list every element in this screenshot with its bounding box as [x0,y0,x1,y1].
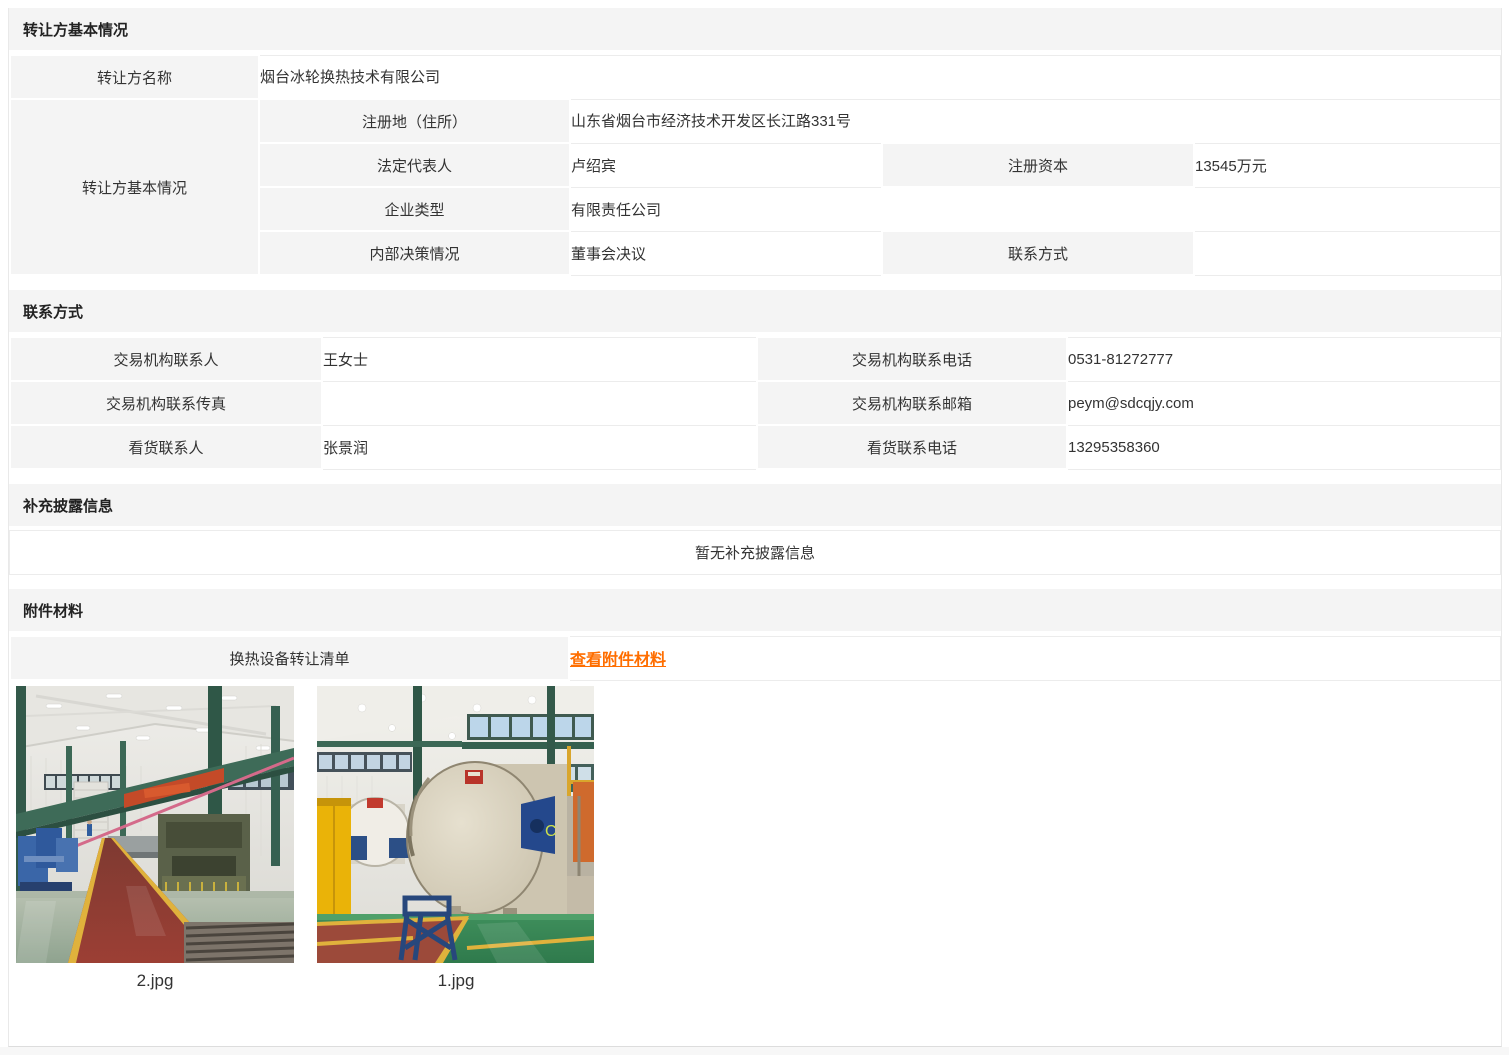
legal-representative-value: 卢绍宾 [570,143,882,187]
transferor-name-value: 烟台冰轮换热技术有限公司 [259,55,1501,99]
inspection-contact-person-label: 看货联系人 [10,425,322,469]
section-gap [9,470,1501,484]
content-container: 转让方基本情况 转让方名称 烟台冰轮换热技术有限公司 转让方基本情况 注册地（住… [8,8,1502,1047]
svg-text:C: C [545,823,557,840]
table-row: 交易机构联系传真 交易机构联系邮箱 peym@sdcqjy.com [10,381,1501,425]
agency-contact-person-value: 王女士 [322,337,757,381]
table-row: 看货联系人 张景润 看货联系电话 13295358360 [10,425,1501,469]
section-header-supplementary: 补充披露信息 [9,484,1501,530]
inspection-contact-person-value: 张景润 [322,425,757,469]
registered-capital-label: 注册资本 [882,143,1194,187]
legal-representative-label: 法定代表人 [259,143,570,187]
detail-page: 转让方基本情况 转让方名称 烟台冰轮换热技术有限公司 转让方基本情况 注册地（住… [0,0,1509,1055]
bottom-spacer [9,993,1501,1027]
attachment-photo-thumbnail-2jpg[interactable] [16,686,294,963]
agency-contact-fax-value [322,381,757,425]
supplementary-empty-text: 暂无补充披露信息 [10,531,1501,575]
table-row: 暂无补充披露信息 [10,531,1501,575]
agency-contact-email-label: 交易机构联系邮箱 [757,381,1067,425]
contact-method-value [1194,231,1501,275]
company-type-value: 有限责任公司 [570,187,1501,231]
factory-vessels-photo-illustration: C [317,686,594,963]
view-attachments-link[interactable]: 查看附件材料 [570,652,666,669]
agency-contact-phone-value: 0531-81272777 [1067,337,1501,381]
attachment-photo-item: C [317,686,595,993]
registered-address-value: 山东省烟台市经济技术开发区长江路331号 [570,99,1501,143]
page-bottom-strip [0,1047,1509,1055]
factory-hall-photo-illustration [16,686,294,963]
transferor-name-label: 转让方名称 [10,55,259,99]
attachment-photos: 2.jpg [9,681,1501,993]
attachment-photo-item: 2.jpg [16,686,294,993]
attachment-list-label: 换热设备转让清单 [10,636,569,680]
agency-contact-phone-label: 交易机构联系电话 [757,337,1067,381]
section-gap [9,575,1501,589]
table-row: 换热设备转让清单 查看附件材料 [10,636,1501,680]
registered-capital-value: 13545万元 [1194,143,1501,187]
table-row: 转让方名称 烟台冰轮换热技术有限公司 [10,55,1501,99]
transferor-basic-group-label: 转让方基本情况 [10,99,259,275]
transferor-info-table: 转让方名称 烟台冰轮换热技术有限公司 转让方基本情况 注册地（住所） 山东省烟台… [9,54,1501,276]
agency-contact-email-value: peym@sdcqjy.com [1067,381,1501,425]
contact-method-label: 联系方式 [882,231,1194,275]
inspection-contact-phone-label: 看货联系电话 [757,425,1067,469]
attachment-photo-thumbnail-1jpg[interactable]: C [317,686,595,963]
photo-filename: 2.jpg [16,971,294,993]
section-header-contact: 联系方式 [9,290,1501,336]
agency-contact-fax-label: 交易机构联系传真 [10,381,322,425]
section-gap [9,276,1501,290]
attachments-table: 换热设备转让清单 查看附件材料 [9,635,1501,681]
agency-contact-person-label: 交易机构联系人 [10,337,322,381]
table-row: 转让方基本情况 注册地（住所） 山东省烟台市经济技术开发区长江路331号 [10,99,1501,143]
registered-address-label: 注册地（住所） [259,99,570,143]
internal-decision-value: 董事会决议 [570,231,882,275]
company-type-label: 企业类型 [259,187,570,231]
table-row: 交易机构联系人 王女士 交易机构联系电话 0531-81272777 [10,337,1501,381]
inspection-contact-phone-value: 13295358360 [1067,425,1501,469]
photo-filename: 1.jpg [317,971,595,993]
internal-decision-label: 内部决策情况 [259,231,570,275]
section-header-transferor-info: 转让方基本情况 [9,8,1501,54]
section-header-attachments: 附件材料 [9,589,1501,635]
contact-table: 交易机构联系人 王女士 交易机构联系电话 0531-81272777 交易机构联… [9,336,1501,470]
supplementary-table: 暂无补充披露信息 [9,530,1501,575]
